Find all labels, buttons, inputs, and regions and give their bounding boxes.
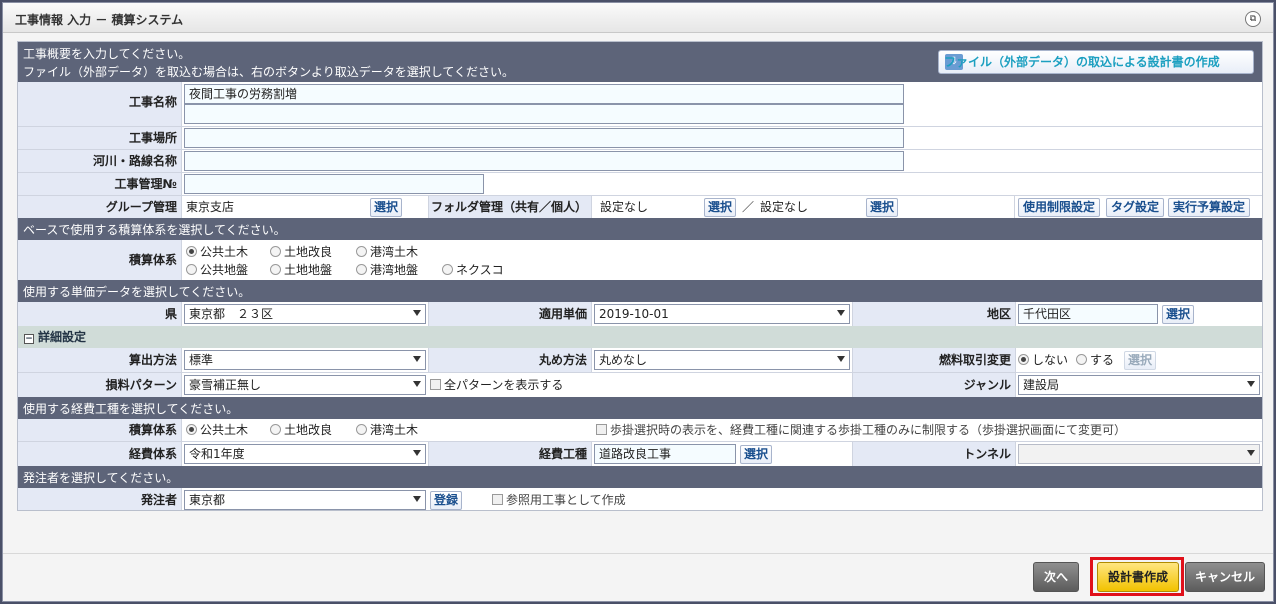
fuel-radio-no[interactable]: しない	[1018, 352, 1068, 368]
expense-system-label: 積算体系	[18, 419, 182, 441]
fuel-radio-yes[interactable]: する	[1076, 352, 1114, 368]
orderer-header: 発注者を選択してください。	[18, 466, 1262, 488]
exp-radio-kouwan-doboku[interactable]: 港湾土木	[356, 422, 418, 438]
cancel-button[interactable]: キャンセル	[1185, 562, 1265, 592]
folder-personal-select-button[interactable]: 選択	[866, 198, 898, 217]
base-radio-tochi-jiban[interactable]: 土地地盤	[270, 262, 332, 278]
tunnel-select[interactable]	[1018, 444, 1260, 464]
folder-personal-value: 設定なし	[760, 200, 809, 214]
dropdown-arrow-icon	[413, 310, 421, 316]
base-radio-kouwan-jiban[interactable]: 港湾地盤	[356, 262, 418, 278]
fuel-change-label: 燃料取引変更	[852, 348, 1016, 372]
area-select-button[interactable]: 選択	[1162, 305, 1194, 324]
koji-no-label: 工事管理№	[18, 173, 182, 195]
koji-place-label: 工事場所	[18, 127, 182, 149]
folder-shared-select-button[interactable]: 選択	[704, 198, 736, 217]
intro-line1: 工事概要を入力してください。	[23, 47, 191, 61]
area-input[interactable]: 千代田区	[1018, 304, 1158, 324]
folder-label: フォルダ管理（共有／個人）	[428, 196, 592, 218]
koji-name-label: 工事名称	[18, 82, 182, 126]
dropdown-arrow-icon	[837, 310, 845, 316]
unit-price-header-text: 使用する単価データを選択してください。	[23, 285, 251, 299]
base-system-header-text: ベースで使用する積算体系を選択してください。	[23, 223, 286, 237]
base-radio-koukyou-doboku[interactable]: 公共土木	[186, 244, 248, 260]
apply-price-label: 適用単価	[428, 302, 592, 326]
loss-pattern-label: 損料パターン	[18, 373, 182, 397]
pref-label: 県	[18, 302, 182, 326]
collapse-icon: −	[24, 334, 34, 344]
loss-pattern-select[interactable]: 豪雪補正無し	[184, 375, 426, 395]
calc-method-label: 算出方法	[18, 348, 182, 372]
import-file-label: ファイル（外部データ）の取込による設計書の作成	[944, 55, 1220, 69]
base-radio-kouwan-doboku[interactable]: 港湾土木	[356, 244, 418, 260]
koji-name-input-2[interactable]	[184, 104, 904, 124]
restrict-checkbox[interactable]: 歩掛選択時の表示を、経費工種に関連する歩掛工種のみに制限する（歩掛選択画面にて変…	[596, 422, 1126, 438]
expense-header-text: 使用する経費工種を選択してください。	[23, 402, 239, 416]
orderer-label: 発注者	[18, 488, 182, 510]
details-header[interactable]: − 詳細設定	[18, 326, 1262, 348]
orderer-register-button[interactable]: 登録	[430, 491, 462, 510]
calc-method-select[interactable]: 標準	[184, 350, 426, 370]
folder-separator: ／	[742, 200, 755, 214]
unit-price-header: 使用する単価データを選択してください。	[18, 280, 1262, 302]
base-radio-koukyou-jiban[interactable]: 公共地盤	[186, 262, 248, 278]
window-title: 工事情報 入力 － 積算システム	[15, 13, 184, 27]
tag-settings-button[interactable]: タグ設定	[1106, 198, 1164, 217]
base-radio-tochi-kairyou[interactable]: 土地改良	[270, 244, 332, 260]
expense-header: 使用する経費工種を選択してください。	[18, 397, 1262, 419]
form-panel: 工事概要を入力してください。 ファイル（外部データ）を取込む場合は、右のボタンよ…	[17, 41, 1263, 511]
river-route-label: 河川・路線名称	[18, 150, 182, 172]
orderer-select[interactable]: 東京都	[184, 490, 426, 510]
dropdown-arrow-icon	[413, 496, 421, 502]
area-label: 地区	[852, 302, 1016, 326]
genre-label: ジャンル	[852, 373, 1016, 397]
apply-price-select[interactable]: 2019-10-01	[594, 304, 850, 324]
details-header-text: 詳細設定	[38, 330, 87, 344]
orderer-header-text: 発注者を選択してください。	[23, 471, 179, 485]
dropdown-arrow-icon	[413, 356, 421, 362]
create-design-button[interactable]: 設計書作成	[1097, 562, 1179, 592]
base-radio-nexco[interactable]: ネクスコ	[442, 262, 504, 278]
intro-line2: ファイル（外部データ）を取込む場合は、右のボタンより取込データを選択してください…	[23, 65, 515, 79]
base-system-header: ベースで使用する積算体系を選択してください。	[18, 218, 1262, 240]
pref-select[interactable]: 東京都 ２３区	[184, 304, 426, 324]
dropdown-arrow-icon	[1247, 450, 1255, 456]
genre-select[interactable]: 建設局	[1018, 375, 1260, 395]
group-value: 東京支店	[186, 200, 235, 214]
folder-shared-value: 設定なし	[600, 200, 649, 214]
expense-type-select-button[interactable]: 選択	[740, 445, 772, 464]
dialog-window: 工事情報 入力 － 積算システム ⧉ 工事概要を入力してください。 ファイル（外…	[2, 2, 1274, 602]
tunnel-label: トンネル	[852, 442, 1016, 466]
reference-checkbox[interactable]: 参照用工事として作成	[492, 492, 626, 508]
title-bar: 工事情報 入力 － 積算システム ⧉	[3, 3, 1273, 33]
dropdown-arrow-icon	[837, 356, 845, 362]
restore-icon[interactable]: ⧉	[1245, 11, 1261, 27]
river-route-input[interactable]	[184, 151, 904, 171]
dropdown-arrow-icon	[1247, 381, 1255, 387]
koji-no-input[interactable]	[184, 174, 484, 194]
budget-settings-button[interactable]: 実行予算設定	[1168, 198, 1250, 217]
group-select-button[interactable]: 選択	[370, 198, 402, 217]
group-label: グループ管理	[18, 196, 182, 218]
import-file-button[interactable]: ⇩ ファイル（外部データ）の取込による設計書の作成	[938, 50, 1254, 74]
intro-header: 工事概要を入力してください。 ファイル（外部データ）を取込む場合は、右のボタンよ…	[18, 42, 1262, 82]
round-method-label: 丸め方法	[428, 348, 592, 372]
koji-place-input[interactable]	[184, 128, 904, 148]
round-method-select[interactable]: 丸めなし	[594, 350, 850, 370]
next-button[interactable]: 次へ	[1033, 562, 1079, 592]
expense-era-select[interactable]: 令和1年度	[184, 444, 426, 464]
expense-type-label: 経費工種	[428, 442, 592, 466]
expense-type-input[interactable]: 道路改良工事	[594, 444, 736, 464]
usage-limit-button[interactable]: 使用制限設定	[1018, 198, 1100, 217]
base-system-label: 積算体系	[18, 240, 182, 280]
expense-era-label: 経費体系	[18, 442, 182, 466]
all-pattern-checkbox[interactable]: 全パターンを表示する	[430, 377, 563, 393]
koji-name-input[interactable]: 夜間工事の労務割増	[184, 84, 904, 104]
footer-bar: 次へ 設計書作成 キャンセル	[3, 553, 1273, 601]
fuel-select-button[interactable]: 選択	[1124, 351, 1156, 370]
dropdown-arrow-icon	[413, 381, 421, 387]
exp-radio-koukyou-doboku[interactable]: 公共土木	[186, 422, 248, 438]
dropdown-arrow-icon	[413, 450, 421, 456]
exp-radio-tochi-kairyou[interactable]: 土地改良	[270, 422, 332, 438]
